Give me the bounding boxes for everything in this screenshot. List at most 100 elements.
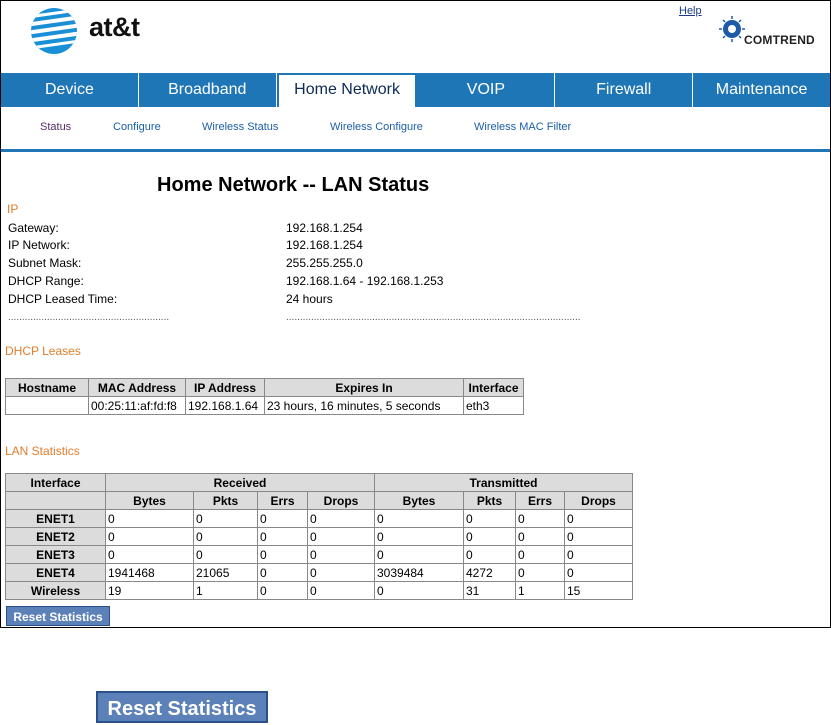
dhcp-leased-time-value: 24 hours <box>286 292 333 306</box>
subtab-wireless-mac-filter[interactable]: Wireless MAC Filter <box>474 121 571 133</box>
tab-broadband[interactable]: Broadband <box>139 73 277 107</box>
gateway-label: Gateway: <box>8 221 59 235</box>
dhcp-range-value: 192.168.1.64 - 192.168.1.253 <box>286 274 444 288</box>
cell: 21065 <box>193 563 258 582</box>
dhcp-leased-time-label: DHCP Leased Time: <box>8 292 118 306</box>
cell: 3039484 <box>374 563 464 582</box>
table-row: ENET4 1941468 21065 0 0 3039484 4272 0 0 <box>5 563 633 582</box>
interface-cell: eth3 <box>463 396 524 415</box>
col-expires-in: Expires In <box>264 378 464 397</box>
tab-maintenance[interactable]: Maintenance <box>693 73 830 107</box>
divider-left: ........................................… <box>8 312 170 323</box>
tab-home-network[interactable]: Home Network <box>276 73 418 107</box>
cell: 19 <box>105 581 194 600</box>
subtab-wireless-configure[interactable]: Wireless Configure <box>330 121 423 133</box>
lan-statistics-title: LAN Statistics <box>5 444 80 458</box>
cell: 0 <box>257 527 308 546</box>
dhcp-range-label: DHCP Range: <box>8 274 84 288</box>
col-tx-pkts: Pkts <box>463 491 516 510</box>
cell: 0 <box>257 563 308 582</box>
lan-statistics-table: Interface Received Transmitted Bytes Pkt… <box>5 473 633 600</box>
ip-network-value: 192.168.1.254 <box>286 238 363 252</box>
sub-nav: Status Configure Wireless Status Wireles… <box>1 107 830 152</box>
dhcp-leases-title: DHCP Leases <box>5 344 81 358</box>
cell: 0 <box>515 509 565 528</box>
col-rx-drops: Drops <box>307 491 375 510</box>
tab-firewall[interactable]: Firewall <box>555 73 694 107</box>
row-interface-name: ENET1 <box>5 509 106 528</box>
cell: 0 <box>515 563 565 582</box>
cell: 15 <box>564 581 633 600</box>
table-row: ENET1 0 0 0 0 0 0 0 0 <box>5 509 633 528</box>
gateway-value: 192.168.1.254 <box>286 221 363 235</box>
subnet-mask-label: Subnet Mask: <box>8 256 82 270</box>
table-header-row: Hostname MAC Address IP Address Expires … <box>5 378 524 397</box>
cell: 0 <box>515 527 565 546</box>
row-interface-name: ENET2 <box>5 527 106 546</box>
cell: 0 <box>374 545 464 564</box>
row-interface-name: Wireless <box>5 581 106 600</box>
help-link[interactable]: Help <box>679 5 702 17</box>
cell: 0 <box>307 527 375 546</box>
cell: 1 <box>515 581 565 600</box>
table-row: Wireless 19 1 0 0 0 31 1 15 <box>5 581 633 600</box>
subnet-mask-value: 255.255.255.0 <box>286 256 363 270</box>
cell: 1941468 <box>105 563 194 582</box>
col-rx-pkts: Pkts <box>193 491 258 510</box>
cell: 0 <box>463 509 516 528</box>
reset-statistics-button-large[interactable]: Reset Statistics <box>96 691 268 723</box>
dhcp-leases-table: Hostname MAC Address IP Address Expires … <box>5 378 524 415</box>
table-header-row: Interface Received Transmitted <box>5 473 633 492</box>
cell: 0 <box>564 545 633 564</box>
table-row: ENET2 0 0 0 0 0 0 0 0 <box>5 527 633 546</box>
tab-voip[interactable]: VOIP <box>417 73 556 107</box>
col-tx-drops: Drops <box>564 491 633 510</box>
col-transmitted: Transmitted <box>374 473 633 492</box>
ip-network-label: IP Network: <box>8 238 70 252</box>
expires-in-cell: 23 hours, 16 minutes, 5 seconds <box>264 396 464 415</box>
table-subheader-row: Bytes Pkts Errs Drops Bytes Pkts Errs Dr… <box>5 491 633 510</box>
reset-statistics-button[interactable]: Reset Statistics <box>6 606 110 626</box>
table-row: 00:25:11:af:fd:f8 192.168.1.64 23 hours,… <box>5 396 524 415</box>
cell: 0 <box>307 581 375 600</box>
row-interface-name: ENET4 <box>5 563 106 582</box>
comtrend-wordmark: COMTREND <box>744 33 815 47</box>
cell: 0 <box>193 509 258 528</box>
cell: 0 <box>564 509 633 528</box>
cell: 0 <box>307 509 375 528</box>
mac-address-cell: 00:25:11:af:fd:f8 <box>88 396 186 415</box>
cell: 0 <box>105 545 194 564</box>
cell: 0 <box>463 527 516 546</box>
divider-right: ........................................… <box>286 312 581 323</box>
cell: 0 <box>105 509 194 528</box>
row-interface-name: ENET3 <box>5 545 106 564</box>
col-tx-bytes: Bytes <box>374 491 464 510</box>
col-received: Received <box>105 473 375 492</box>
hostname-cell <box>5 396 89 415</box>
tab-device[interactable]: Device <box>1 73 139 107</box>
cell: 0 <box>307 545 375 564</box>
cell: 0 <box>105 527 194 546</box>
col-hostname: Hostname <box>5 378 89 397</box>
col-interface: Interface <box>463 378 524 397</box>
subtab-status[interactable]: Status <box>40 121 71 133</box>
cell: 0 <box>257 581 308 600</box>
subtab-configure[interactable]: Configure <box>113 121 161 133</box>
cell: 0 <box>193 527 258 546</box>
col-tx-errs: Errs <box>515 491 565 510</box>
table-row: ENET3 0 0 0 0 0 0 0 0 <box>5 545 633 564</box>
cell: 4272 <box>463 563 516 582</box>
cell: 0 <box>564 527 633 546</box>
cell: 0 <box>257 545 308 564</box>
cell: 0 <box>515 545 565 564</box>
cell: 0 <box>463 545 516 564</box>
col-rx-bytes: Bytes <box>105 491 194 510</box>
page-title: Home Network -- LAN Status <box>157 174 430 196</box>
subtab-wireless-status[interactable]: Wireless Status <box>202 121 278 133</box>
cell: 1 <box>193 581 258 600</box>
cell: 0 <box>564 563 633 582</box>
col-blank <box>5 491 106 510</box>
col-interface: Interface <box>5 473 106 492</box>
cell: 0 <box>257 509 308 528</box>
cell: 0 <box>374 509 464 528</box>
